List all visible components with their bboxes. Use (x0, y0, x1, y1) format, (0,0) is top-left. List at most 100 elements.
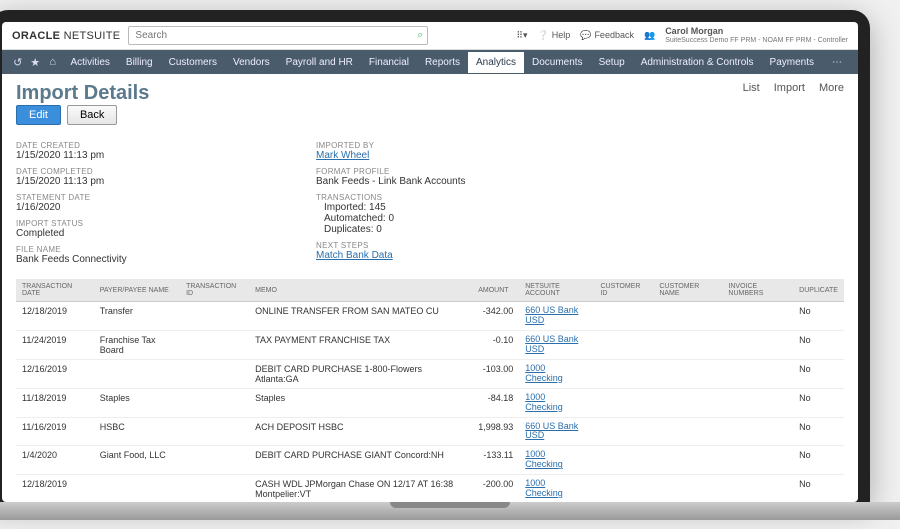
nav-item-customers[interactable]: Customers (161, 52, 225, 73)
account-link-2[interactable]: Checking (525, 403, 588, 413)
statement-date-label: STATEMENT DATE (16, 193, 276, 202)
cell-invoice (722, 475, 793, 502)
import-link[interactable]: Import (774, 82, 805, 94)
cell-memo: CASH WDL JPMorgan Chase ON 12/17 AT 16:3… (249, 475, 472, 502)
imported-by-link[interactable]: Mark Wheel (316, 150, 576, 161)
cell-trans-id (180, 302, 249, 331)
cell-cust-id (594, 330, 653, 359)
cell-cust-name (653, 417, 722, 446)
brand-oracle: ORACLE (12, 30, 60, 42)
cell-account: 660 US BankUSD (519, 330, 594, 359)
cell-date: 1/4/2020 (16, 446, 94, 475)
table-row[interactable]: 12/18/2019TransferONLINE TRANSFER FROM S… (16, 302, 844, 331)
format-profile-value: Bank Feeds - Link Bank Accounts (316, 176, 576, 187)
transactions-table: TRANSACTION DATE PAYER/PAYEE NAME TRANSA… (16, 279, 844, 502)
col-duplicate[interactable]: DUPLICATE (793, 279, 844, 302)
cell-duplicate: No (793, 417, 844, 446)
account-link-2[interactable]: Checking (525, 460, 588, 470)
nav-item-payroll-and-hr[interactable]: Payroll and HR (278, 52, 361, 73)
cell-memo: Staples (249, 388, 472, 417)
cell-duplicate: No (793, 446, 844, 475)
nav-item-financial[interactable]: Financial (361, 52, 417, 73)
nav-item-analytics[interactable]: Analytics (468, 52, 524, 73)
cell-duplicate: No (793, 330, 844, 359)
account-link-2[interactable]: Checking (525, 489, 588, 499)
cell-date: 11/24/2019 (16, 330, 94, 359)
cell-amount: -0.10 (472, 330, 519, 359)
table-row[interactable]: 12/16/2019DEBIT CARD PURCHASE 1-800-Flow… (16, 359, 844, 388)
cell-account: 660 US BankUSD (519, 417, 594, 446)
nav-item-administration-controls[interactable]: Administration & Controls (633, 52, 762, 73)
global-search[interactable]: ⌕ (128, 26, 428, 45)
apps-icon[interactable]: ⠿▾ (516, 30, 527, 41)
cell-invoice (722, 417, 793, 446)
cell-date: 12/18/2019 (16, 302, 94, 331)
user-menu[interactable]: Carol Morgan SuiteSuccess Demo FF PRM - … (665, 27, 848, 45)
tx-automatched: Automatched: 0 (316, 213, 576, 224)
nav-item-reports[interactable]: Reports (417, 52, 468, 73)
col-amount[interactable]: AMOUNT (472, 279, 519, 302)
cell-cust-name (653, 388, 722, 417)
cell-account: 1000Checking (519, 359, 594, 388)
tx-duplicates: Duplicates: 0 (316, 224, 576, 235)
cell-duplicate: No (793, 359, 844, 388)
table-row[interactable]: 12/18/2019 CASH WDL JPMorgan Chase ON 12/… (16, 475, 844, 502)
top-header: ORACLE NETSUITE ⌕ ⠿▾ ❔ Help 💬 Feedback 👥… (2, 22, 858, 50)
nav-item-setup[interactable]: Setup (591, 52, 633, 73)
nav-history-icon[interactable]: ↺ (10, 56, 25, 69)
nav-home-icon[interactable]: ⌂ (45, 56, 60, 68)
cell-payer: Transfer (94, 302, 180, 331)
nav-star-icon[interactable]: ★ (27, 56, 42, 69)
feedback-link[interactable]: 💬 Feedback (580, 30, 634, 41)
cell-trans-id (180, 388, 249, 417)
edit-button[interactable]: Edit (16, 105, 61, 125)
cell-cust-id (594, 475, 653, 502)
file-name-label: FILE NAME (16, 245, 276, 254)
account-link-2[interactable]: USD (525, 316, 588, 326)
transactions-label: TRANSACTIONS (316, 193, 576, 202)
date-completed-value: 1/15/2020 11:13 pm (16, 176, 276, 187)
table-row[interactable]: 1/4/2020Giant Food, LLCDEBIT CARD PURCHA… (16, 446, 844, 475)
nav-item-vendors[interactable]: Vendors (225, 52, 278, 73)
cell-date: 11/18/2019 (16, 388, 94, 417)
cell-cust-id (594, 359, 653, 388)
user-icon[interactable]: 👥 (644, 30, 655, 41)
nav-overflow-icon[interactable]: ⋯ (824, 57, 850, 68)
col-account[interactable]: NETSUITE ACCOUNT (519, 279, 594, 302)
table-row[interactable]: 11/16/2019HSBCACH DEPOSIT HSBC1,998.9366… (16, 417, 844, 446)
cell-amount: 1,998.93 (472, 417, 519, 446)
col-cust-name[interactable]: CUSTOMER NAME (653, 279, 722, 302)
account-link-2[interactable]: USD (525, 431, 588, 441)
table-row[interactable]: 11/24/2019Franchise Tax BoardTAX PAYMENT… (16, 330, 844, 359)
nav-item-activities[interactable]: Activities (62, 52, 117, 73)
back-button[interactable]: Back (67, 105, 117, 125)
cell-trans-id (180, 330, 249, 359)
search-icon[interactable]: ⌕ (417, 29, 423, 42)
account-link-2[interactable]: USD (525, 345, 588, 355)
search-input[interactable] (128, 26, 428, 45)
col-cust-id[interactable]: CUSTOMER ID (594, 279, 653, 302)
help-link[interactable]: ❔ Help (537, 30, 570, 41)
cell-account: 660 US BankUSD (519, 302, 594, 331)
cell-date: 12/18/2019 (16, 475, 94, 502)
nav-item-billing[interactable]: Billing (118, 52, 161, 73)
col-trans-date[interactable]: TRANSACTION DATE (16, 279, 94, 302)
more-link[interactable]: More (819, 82, 844, 94)
cell-amount: -133.11 (472, 446, 519, 475)
next-steps-link[interactable]: Match Bank Data (316, 250, 576, 261)
nav-item-documents[interactable]: Documents (524, 52, 591, 73)
list-link[interactable]: List (743, 82, 760, 94)
cell-cust-id (594, 417, 653, 446)
table-row[interactable]: 11/18/2019StaplesStaples-84.181000Checki… (16, 388, 844, 417)
date-created-value: 1/15/2020 11:13 pm (16, 150, 276, 161)
cell-amount: -84.18 (472, 388, 519, 417)
cell-account: 1000Checking (519, 446, 594, 475)
cell-trans-id (180, 359, 249, 388)
col-payer[interactable]: PAYER/PAYEE NAME (94, 279, 180, 302)
cell-amount: -342.00 (472, 302, 519, 331)
col-trans-id[interactable]: TRANSACTION ID (180, 279, 249, 302)
account-link-2[interactable]: Checking (525, 374, 588, 384)
col-memo[interactable]: MEMO (249, 279, 472, 302)
col-invoice[interactable]: INVOICE NUMBERS (722, 279, 793, 302)
nav-item-payments[interactable]: Payments (762, 52, 822, 73)
